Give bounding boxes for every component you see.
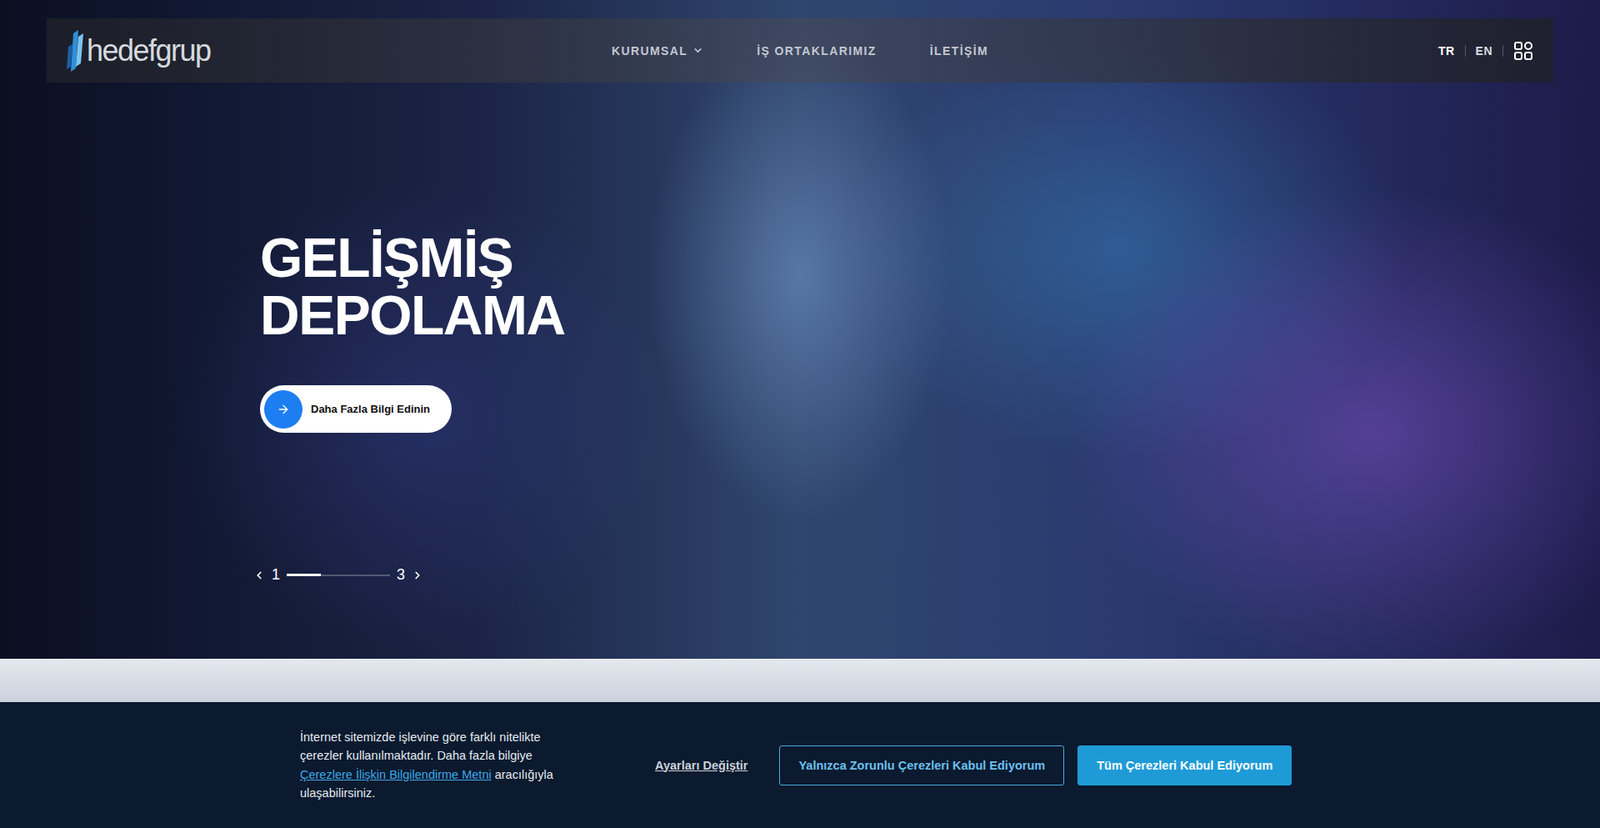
apps-grid-icon[interactable] bbox=[1513, 40, 1534, 61]
nav-item[interactable]: KURUMSAL bbox=[611, 44, 704, 58]
nav-menu: KURUMSAL İŞ ORTAKLARIMIZ İLETİŞİM bbox=[611, 44, 989, 58]
separator bbox=[1502, 45, 1504, 57]
nav-bar: hedefgrup KURUMSAL İŞ ORTAKLARIMIZ İLETİŞİM… bbox=[46, 18, 1554, 83]
cookie-actions: Yalnızca Zorunlu Çerezleri Kabul Ediyoru… bbox=[779, 745, 1292, 785]
nav-item[interactable]: İLETİŞİM bbox=[930, 44, 989, 58]
chevron-right-icon[interactable] bbox=[411, 569, 424, 581]
hero-title: GELİŞMİŞDEPOLAMA bbox=[260, 229, 1600, 344]
chevron-left-icon[interactable] bbox=[253, 569, 265, 581]
slider-track bbox=[286, 574, 390, 576]
change-settings-link[interactable]: Ayarları Değiştir bbox=[655, 758, 748, 772]
language-option[interactable]: EN bbox=[1475, 44, 1493, 58]
slider-fill bbox=[286, 573, 321, 576]
separator bbox=[1465, 45, 1466, 57]
hero: hedefgrup KURUMSAL İŞ ORTAKLARIMIZ İLETİŞİM… bbox=[0, 0, 1600, 659]
hero-title-line: GELİŞMİŞ bbox=[260, 229, 1600, 287]
cookie-button[interactable]: Yalnızca Zorunlu Çerezleri Kabul Ediyoru… bbox=[779, 745, 1065, 785]
hero-title-line: DEPOLAMA bbox=[260, 286, 1600, 345]
logo-text: hedefgrup bbox=[86, 33, 211, 69]
cookie-banner: İnternet sitemizde işlevine göre farklı … bbox=[0, 701, 1600, 828]
hero-content: GELİŞMİŞDEPOLAMA Daha Fazla Bilgi Edinin 1… bbox=[0, 82, 1600, 584]
cookie-button[interactable]: Tüm Çerezleri Kabul Ediyorum bbox=[1077, 745, 1292, 785]
arrow-right-icon bbox=[276, 402, 290, 416]
total-slides: 3 bbox=[396, 565, 405, 584]
current-slide: 1 bbox=[271, 565, 280, 584]
nav-item[interactable]: İŞ ORTAKLARIMIZ bbox=[756, 44, 877, 58]
section-strip bbox=[0, 658, 1600, 702]
logo-mark-icon bbox=[66, 30, 85, 72]
chevron-down-icon bbox=[692, 45, 704, 56]
cookie-text: İnternet sitemizde işlevine göre farklı … bbox=[300, 727, 584, 803]
learn-more-button[interactable]: Daha Fazla Bilgi Edinin bbox=[260, 385, 452, 433]
slider-pager: 13 bbox=[253, 565, 1600, 584]
nav-right: TR EN bbox=[988, 40, 1534, 61]
cta-circle bbox=[264, 390, 303, 429]
cookie-policy-link[interactable]: Çerezlere İlişkin Bilgilendirme Metni bbox=[300, 767, 492, 781]
language-option[interactable]: TR bbox=[1438, 44, 1455, 58]
logo[interactable]: hedefgrup bbox=[66, 30, 612, 72]
page: hedefgrup KURUMSAL İŞ ORTAKLARIMIZ İLETİŞİM… bbox=[0, 0, 1600, 828]
